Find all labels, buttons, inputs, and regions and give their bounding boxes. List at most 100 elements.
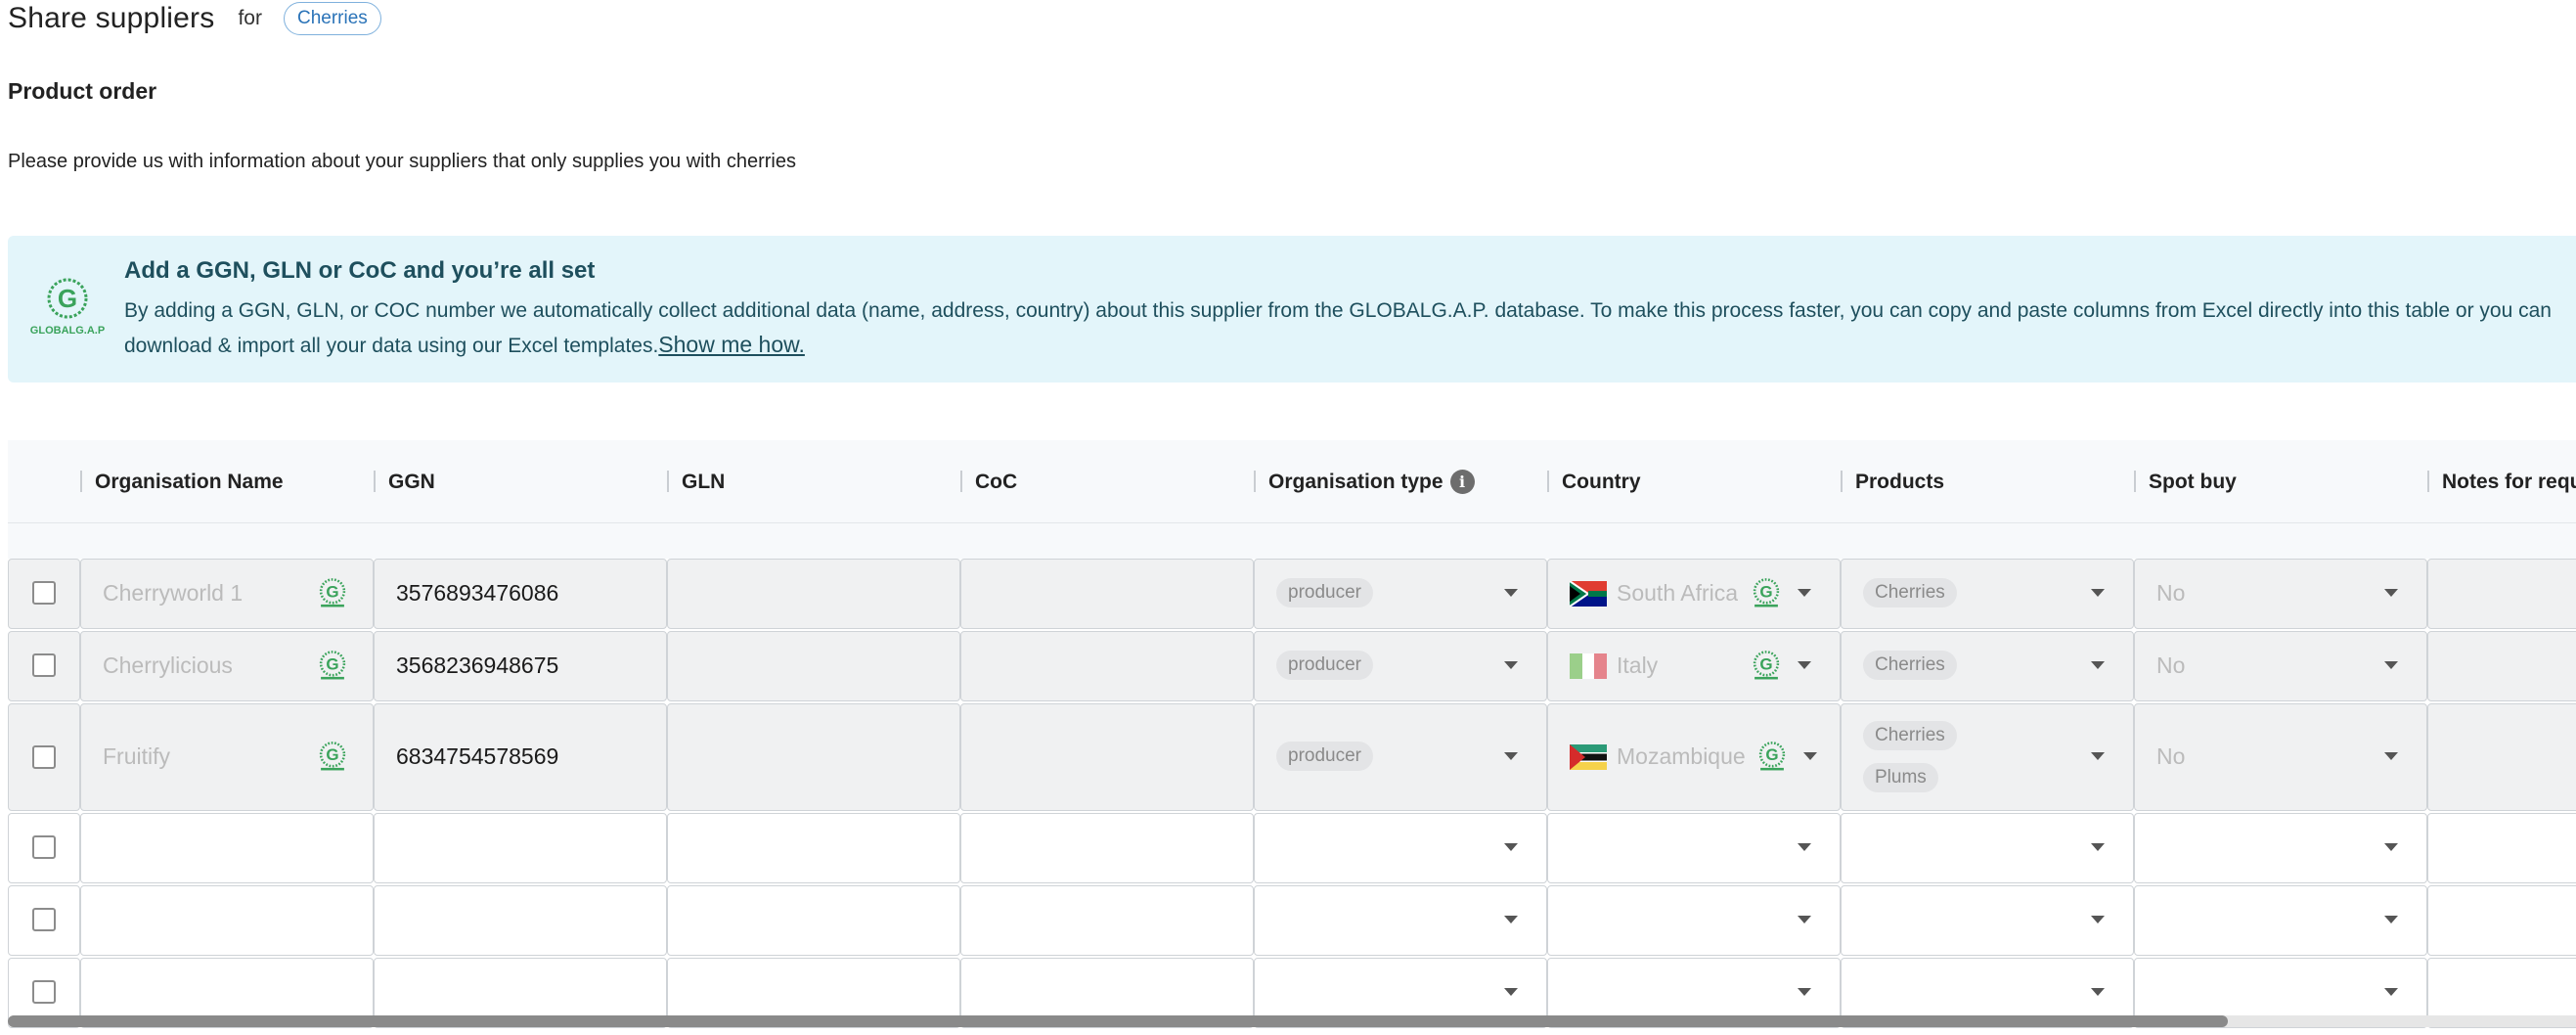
spot-buy-dropdown[interactable]: No [2134,559,2427,629]
show-me-how-link[interactable]: Show me how. [658,332,805,357]
organisation-name-cell[interactable]: Cherrylicious [80,631,374,701]
column-header-gln[interactable]: GLN [682,440,725,523]
gln-cell[interactable] [667,703,960,811]
chevron-down-icon[interactable] [2384,589,2398,597]
organisation-name-cell[interactable] [80,885,374,956]
column-separator[interactable] [1254,471,1256,492]
horizontal-scrollbar[interactable] [8,1015,2576,1027]
country-dropdown[interactable]: Mozambique [1547,703,1841,811]
chevron-down-icon[interactable] [1504,988,1518,996]
organisation-type-dropdown[interactable]: producer [1254,559,1547,629]
column-header-notes[interactable]: Notes for requ [2442,440,2576,523]
column-header-coc[interactable]: CoC [975,440,1017,523]
organisation-type-dropdown[interactable]: producer [1254,703,1547,811]
row-checkbox[interactable] [32,653,56,677]
spot-buy-dropdown[interactable] [2134,885,2427,956]
ggn-cell[interactable] [374,813,667,883]
country-dropdown[interactable] [1547,885,1841,956]
row-checkbox[interactable] [32,980,56,1004]
chevron-down-icon[interactable] [1798,988,1811,996]
gln-cell[interactable] [667,559,960,629]
gln-cell[interactable] [667,813,960,883]
chevron-down-icon[interactable] [2091,916,2105,923]
column-separator[interactable] [2134,471,2136,492]
chevron-down-icon[interactable] [1798,661,1811,669]
info-icon[interactable]: i [1449,470,1475,494]
organisation-name-cell[interactable]: Fruitify [80,703,374,811]
chevron-down-icon[interactable] [2091,752,2105,760]
chevron-down-icon[interactable] [1504,916,1518,923]
notes-cell[interactable] [2427,631,2576,701]
chevron-down-icon[interactable] [2091,589,2105,597]
row-checkbox[interactable] [32,835,56,859]
column-header-organisation-type[interactable]: Organisation type i [1268,440,1475,523]
chevron-down-icon[interactable] [2384,988,2398,996]
ggn-cell[interactable] [374,885,667,956]
chevron-down-icon[interactable] [2384,916,2398,923]
south-africa-flag-icon [1570,581,1607,607]
chevron-down-icon[interactable] [1798,843,1811,851]
organisation-name-cell[interactable] [80,813,374,883]
chevron-down-icon[interactable] [1504,589,1518,597]
chevron-down-icon[interactable] [2091,988,2105,996]
coc-cell[interactable] [960,813,1254,883]
products-dropdown[interactable]: Cherries Plums [1841,703,2134,811]
organisation-type-dropdown[interactable]: producer [1254,631,1547,701]
chevron-down-icon[interactable] [2384,843,2398,851]
gln-cell[interactable] [667,631,960,701]
column-separator[interactable] [374,471,376,492]
organisation-name-cell[interactable]: Cherryworld 1 [80,559,374,629]
country-dropdown[interactable]: Italy [1547,631,1841,701]
country-dropdown[interactable]: South Africa [1547,559,1841,629]
products-dropdown[interactable] [1841,885,2134,956]
spot-buy-dropdown[interactable] [2134,813,2427,883]
chevron-down-icon[interactable] [2091,661,2105,669]
product-chip[interactable]: Cherries [283,2,381,35]
row-checkbox[interactable] [32,908,56,931]
chevron-down-icon[interactable] [1504,661,1518,669]
table-row: Cherryworld 1 3576893476086 producer Sou… [8,559,2576,629]
column-header-spot-buy[interactable]: Spot buy [2149,440,2237,523]
ggn-cell[interactable]: 3568236948675 [374,631,667,701]
coc-cell[interactable] [960,631,1254,701]
column-header-country[interactable]: Country [1562,440,1641,523]
notes-cell[interactable] [2427,559,2576,629]
chevron-down-icon[interactable] [1504,843,1518,851]
products-dropdown[interactable] [1841,813,2134,883]
products-dropdown[interactable]: Cherries [1841,631,2134,701]
spot-buy-dropdown[interactable]: No [2134,703,2427,811]
column-separator[interactable] [1547,471,1549,492]
chevron-down-icon[interactable] [1798,589,1811,597]
column-header-ggn[interactable]: GGN [388,440,435,523]
chevron-down-icon[interactable] [2384,752,2398,760]
column-separator[interactable] [667,471,669,492]
column-header-organisation-name[interactable]: Organisation Name [95,440,284,523]
ggn-cell[interactable]: 6834754578569 [374,703,667,811]
products-dropdown[interactable]: Cherries [1841,559,2134,629]
ggn-cell[interactable]: 3576893476086 [374,559,667,629]
column-separator[interactable] [80,471,82,492]
organisation-type-dropdown[interactable] [1254,885,1547,956]
chevron-down-icon[interactable] [1803,752,1817,760]
column-separator[interactable] [2427,471,2429,492]
country-dropdown[interactable] [1547,813,1841,883]
notes-cell[interactable] [2427,703,2576,811]
notes-cell[interactable] [2427,885,2576,956]
scrollbar-thumb[interactable] [8,1015,2229,1027]
gln-cell[interactable] [667,885,960,956]
chevron-down-icon[interactable] [1504,752,1518,760]
organisation-type-dropdown[interactable] [1254,813,1547,883]
column-separator[interactable] [960,471,962,492]
coc-cell[interactable] [960,559,1254,629]
column-header-products[interactable]: Products [1855,440,1944,523]
spot-buy-dropdown[interactable]: No [2134,631,2427,701]
coc-cell[interactable] [960,885,1254,956]
chevron-down-icon[interactable] [2384,661,2398,669]
coc-cell[interactable] [960,703,1254,811]
chevron-down-icon[interactable] [2091,843,2105,851]
chevron-down-icon[interactable] [1798,916,1811,923]
notes-cell[interactable] [2427,813,2576,883]
row-checkbox[interactable] [32,745,56,769]
column-separator[interactable] [1841,471,1843,492]
row-checkbox[interactable] [32,581,56,605]
